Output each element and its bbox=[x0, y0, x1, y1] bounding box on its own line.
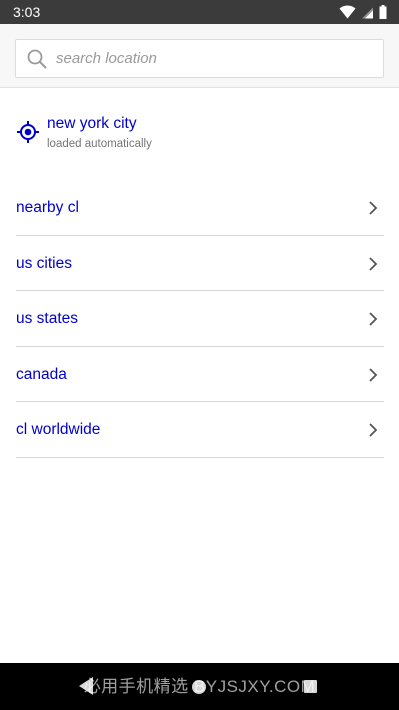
nav-item-us-cities[interactable]: us cities bbox=[16, 236, 384, 291]
nav-item-label: nearby cl bbox=[16, 199, 79, 216]
search-input[interactable] bbox=[56, 50, 356, 67]
nav-item-nearby-cl[interactable]: nearby cl bbox=[16, 180, 384, 236]
chevron-right-icon bbox=[369, 256, 378, 271]
system-nav-bar: 必用手机精选 BYJSJXY.COM bbox=[0, 663, 399, 710]
search-icon bbox=[26, 48, 48, 70]
location-name: new york city bbox=[47, 115, 137, 132]
nav-item-label: us states bbox=[16, 310, 79, 327]
nav-item-label: canada bbox=[16, 365, 67, 383]
location-subtitle: loaded automatically bbox=[47, 138, 152, 150]
location-nav-list: nearby cl us cities us states canada cl … bbox=[16, 180, 384, 458]
status-time: 3:03 bbox=[13, 4, 41, 20]
nav-item-canada[interactable]: canada bbox=[16, 347, 384, 402]
target-icon bbox=[17, 121, 39, 143]
search-bar bbox=[0, 24, 399, 88]
battery-icon bbox=[379, 5, 387, 19]
search-box[interactable] bbox=[15, 39, 384, 78]
watermark: 必用手机精选 BYJSJXY.COM bbox=[83, 677, 316, 696]
nav-item-label: us cities bbox=[16, 254, 72, 272]
chevron-right-icon bbox=[369, 423, 378, 437]
current-location[interactable]: new york city loaded automatically bbox=[0, 112, 399, 156]
chevron-right-icon bbox=[369, 367, 378, 382]
nav-item-label: cl worldwide bbox=[16, 421, 101, 438]
cell-signal-icon bbox=[362, 7, 373, 18]
chevron-right-icon bbox=[369, 312, 378, 326]
nav-item-cl-worldwide[interactable]: cl worldwide bbox=[16, 402, 384, 458]
status-icons bbox=[339, 4, 387, 20]
chevron-right-icon bbox=[369, 201, 378, 215]
nav-item-us-states[interactable]: us states bbox=[16, 291, 384, 347]
status-bar: 3:03 bbox=[0, 0, 399, 24]
wifi-icon bbox=[339, 5, 356, 19]
